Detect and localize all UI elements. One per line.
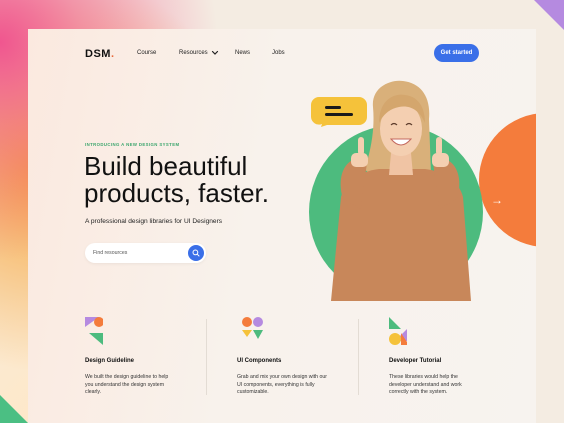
developer-tutorial-icon (389, 317, 407, 345)
nav-item-resources-label: Resources (179, 50, 208, 56)
ui-components-icon (242, 317, 263, 339)
feature-card-developer-tutorial[interactable]: Developer Tutorial These libraries would… (389, 317, 489, 395)
feature-desc: Grab and mix your own design with our UI… (237, 374, 327, 395)
feature-title: UI Components (237, 358, 282, 364)
feature-desc: We built the design guideline to help yo… (85, 374, 169, 395)
feature-divider (206, 319, 207, 395)
search-icon (192, 249, 200, 257)
hero-headline-line-1: Build beautiful (84, 151, 248, 181)
logo[interactable]: DSM. (85, 48, 115, 60)
chat-bubble-icon (311, 97, 367, 127)
feature-desc: These libraries would help the developer… (389, 374, 462, 395)
next-arrow-icon[interactable]: → (491, 193, 503, 207)
nav-item-news[interactable]: News (235, 50, 250, 56)
hero-headline-line-2: products, faster. (84, 178, 269, 208)
orange-decor-circle (479, 113, 536, 247)
corner-triangle-bottom-left (0, 395, 28, 423)
hero-subhead: A professional design libraries for UI D… (85, 218, 223, 225)
search-bar (85, 243, 206, 263)
nav-item-course[interactable]: Course (137, 50, 156, 56)
design-guideline-icon (85, 317, 103, 345)
top-nav: DSM. Course Resources News Jobs Get star… (28, 29, 536, 77)
get-started-button[interactable]: Get started (434, 44, 479, 62)
search-input[interactable] (93, 246, 188, 260)
feature-card-ui-components[interactable]: UI Components Grab and mix your own desi… (237, 317, 337, 395)
hero-headline: Build beautiful products, faster. (84, 153, 269, 207)
chevron-down-icon (211, 50, 218, 55)
nav-item-jobs[interactable]: Jobs (272, 50, 285, 56)
nav-item-resources[interactable]: Resources (179, 50, 219, 56)
feature-title: Developer Tutorial (389, 358, 442, 364)
hero-eyebrow: INTRODUCING A NEW DESIGN SYSTEM (85, 142, 180, 147)
feature-title: Design Guideline (85, 358, 135, 364)
corner-triangle-top-right (534, 0, 564, 30)
search-button[interactable] (188, 245, 204, 261)
feature-divider (358, 319, 359, 395)
feature-card-design-guideline[interactable]: Design Guideline We built the design gui… (85, 317, 185, 395)
landing-page-card: DSM. Course Resources News Jobs Get star… (28, 29, 536, 423)
